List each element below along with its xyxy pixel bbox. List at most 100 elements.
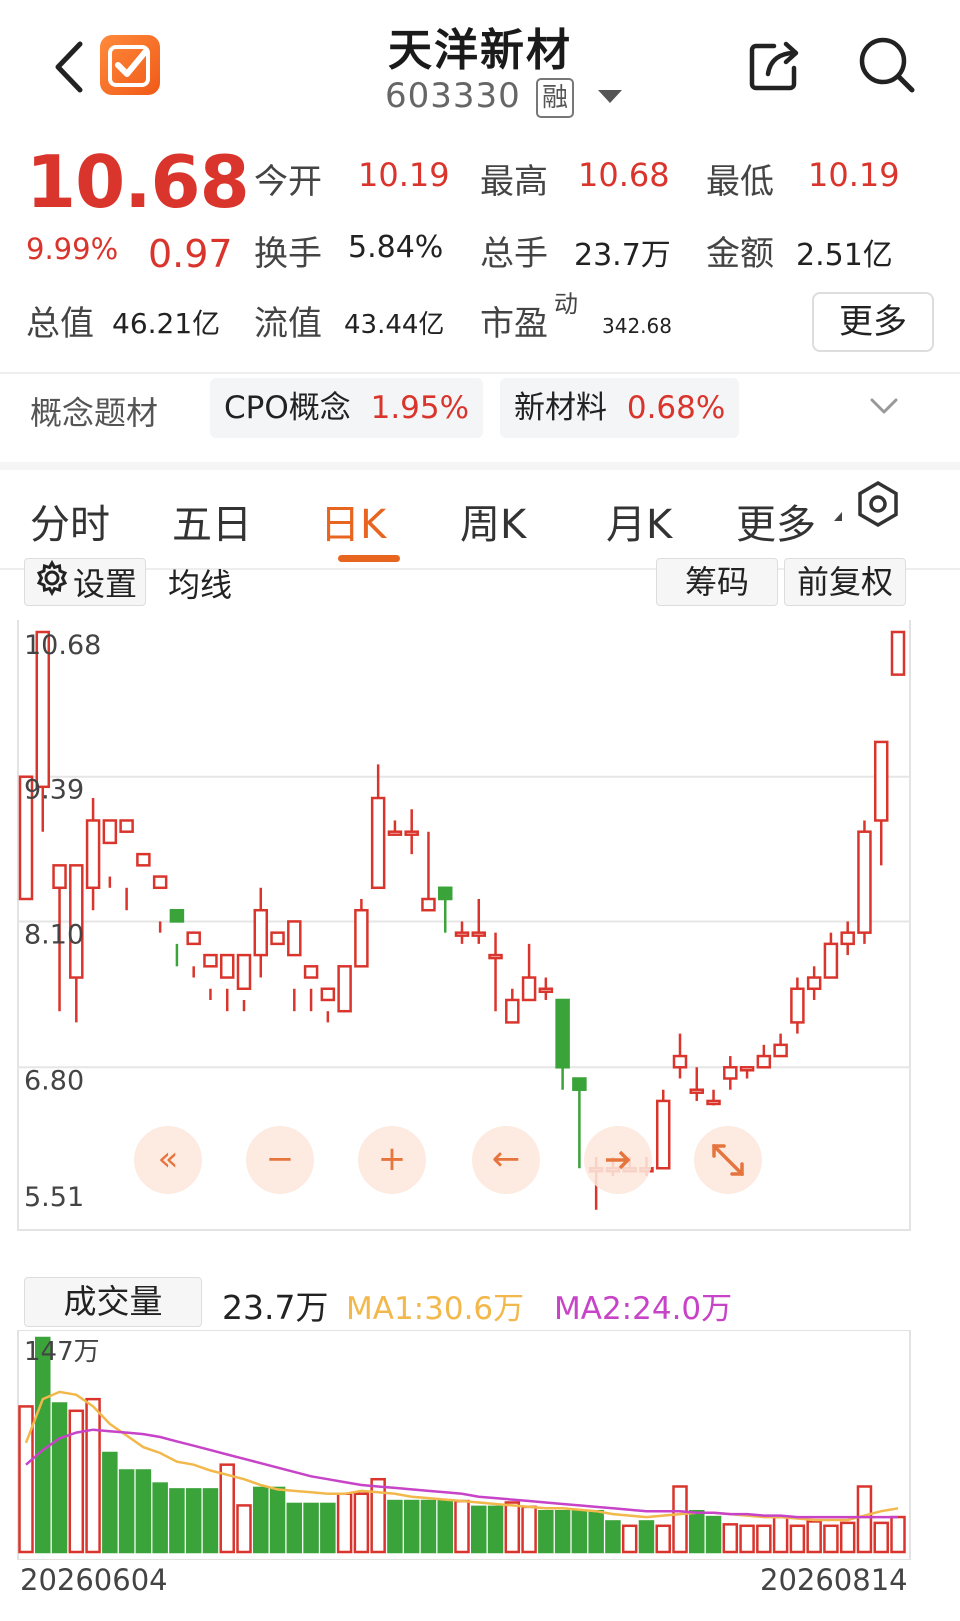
volume-bar xyxy=(638,1520,655,1554)
gear-icon xyxy=(33,559,71,609)
concept-chip-new-materials[interactable]: 新材料 0.68% xyxy=(500,378,740,438)
concept-name: 新材料 xyxy=(514,390,607,426)
volume-bar xyxy=(806,1520,822,1554)
change-amount: 0.97 xyxy=(148,232,233,276)
volume-bar xyxy=(571,1509,588,1554)
volume-bar xyxy=(588,1509,604,1554)
volume-bar xyxy=(504,1501,521,1554)
candle xyxy=(655,1089,671,1170)
amount-value: 2.51亿 xyxy=(796,238,893,273)
hexagon-settings-icon[interactable] xyxy=(852,478,904,534)
candle-body xyxy=(505,998,520,1024)
tab-monthly-k[interactable]: 月K xyxy=(606,492,672,550)
volume-bar xyxy=(873,1521,889,1554)
settings-label: 设置 xyxy=(72,565,137,603)
volume-ma2: MA2:24.0万 xyxy=(554,1291,733,1327)
zoom-out-button[interactable]: − xyxy=(246,1126,314,1194)
tab-five-day[interactable]: 五日 xyxy=(172,492,252,550)
y-tick-label: 10.68 xyxy=(24,630,101,661)
volume-bar xyxy=(51,1402,68,1554)
move-left-button[interactable]: ← xyxy=(472,1126,540,1194)
last-price: 10.68 xyxy=(26,140,250,224)
candle-body xyxy=(303,965,319,979)
candle-body xyxy=(85,819,101,890)
active-tab-indicator xyxy=(338,555,400,562)
concept-name: CPO概念 xyxy=(224,390,351,426)
volume-bar xyxy=(605,1520,621,1554)
tab-daily-k[interactable]: 日K xyxy=(320,492,386,550)
volume-bar xyxy=(672,1485,688,1554)
candle-body xyxy=(253,908,269,957)
low-value: 10.19 xyxy=(808,156,900,194)
candle-body xyxy=(203,953,218,968)
candle-body xyxy=(404,830,419,836)
market-cap-value: 46.21亿 xyxy=(112,307,221,340)
adjust-button[interactable]: 前复权 xyxy=(784,558,906,606)
more-quote-button[interactable]: 更多 xyxy=(812,292,934,352)
candle-body xyxy=(840,931,855,946)
candle-body xyxy=(471,931,487,937)
volume-bar xyxy=(320,1502,336,1554)
y-tick-label: 5.51 xyxy=(24,1182,84,1213)
candle-body xyxy=(186,931,201,946)
market-cap-label: 总值 xyxy=(26,304,94,344)
volume-bar xyxy=(437,1499,453,1554)
volume-indicator-button[interactable]: 成交量 xyxy=(24,1277,202,1327)
candle-body xyxy=(488,953,503,960)
volume-bar xyxy=(521,1505,537,1554)
search-icon[interactable] xyxy=(856,34,918,96)
candle-body xyxy=(454,931,470,937)
fullscreen-expand-icon[interactable] xyxy=(694,1126,762,1194)
candle xyxy=(337,965,352,1013)
chart-settings-button[interactable]: 设置 xyxy=(24,558,146,606)
candle-body xyxy=(219,953,235,979)
candle-body xyxy=(387,830,403,836)
candle-body xyxy=(655,1099,671,1170)
tab-more[interactable]: 更多 xyxy=(736,492,816,550)
share-icon[interactable] xyxy=(744,36,804,96)
concept-label: 概念题材 xyxy=(30,394,159,432)
volume-bar xyxy=(286,1502,303,1554)
candle-body xyxy=(555,998,570,1069)
volume-bar xyxy=(890,1515,906,1554)
volume-bar xyxy=(789,1524,806,1554)
volume-bar xyxy=(655,1524,671,1554)
candle-body xyxy=(236,953,252,991)
volume-bar xyxy=(353,1492,370,1554)
chevron-down-icon[interactable] xyxy=(868,392,900,422)
candle-body xyxy=(873,740,889,822)
candle-body xyxy=(119,819,134,833)
volume-bar xyxy=(185,1488,202,1554)
volume-bar xyxy=(538,1509,554,1554)
volume-bar xyxy=(487,1505,504,1554)
volume-bar xyxy=(85,1397,101,1554)
volume-bar xyxy=(856,1485,873,1554)
tab-intraday[interactable]: 分时 xyxy=(30,492,110,550)
tab-weekly-k[interactable]: 周K xyxy=(460,492,526,550)
volume-bar xyxy=(403,1499,420,1554)
volume-bar xyxy=(370,1477,386,1554)
x-start-date: 20260604 xyxy=(20,1563,168,1597)
zoom-in-button[interactable]: + xyxy=(358,1126,426,1194)
caret-down-icon[interactable] xyxy=(598,90,622,103)
volume-total-value: 23.7万 xyxy=(574,238,671,273)
volume-bar xyxy=(420,1499,437,1554)
y-tick-label: 9.39 xyxy=(24,775,84,806)
candle-body xyxy=(890,630,906,676)
ma-toggle[interactable]: 均线 xyxy=(168,560,232,606)
candle-body xyxy=(689,1088,705,1094)
volume-bar xyxy=(236,1504,252,1554)
volume-chart[interactable]: 147万 xyxy=(0,1330,960,1560)
move-right-button[interactable] xyxy=(584,1126,652,1194)
concept-chip-cpo[interactable]: CPO概念 1.95% xyxy=(210,378,484,438)
volume-bar xyxy=(689,1509,705,1554)
turnover-value: 5.84% xyxy=(348,230,444,265)
y-tick-label: 8.10 xyxy=(24,919,84,950)
rewind-button[interactable]: « xyxy=(134,1126,202,1194)
volume-bar xyxy=(554,1509,571,1554)
candle-body xyxy=(270,931,285,946)
chips-button[interactable]: 筹码 xyxy=(656,558,778,606)
y-tick-label: 6.80 xyxy=(24,1065,84,1096)
low-label: 最低 xyxy=(706,162,774,202)
volume-bar xyxy=(454,1499,470,1554)
